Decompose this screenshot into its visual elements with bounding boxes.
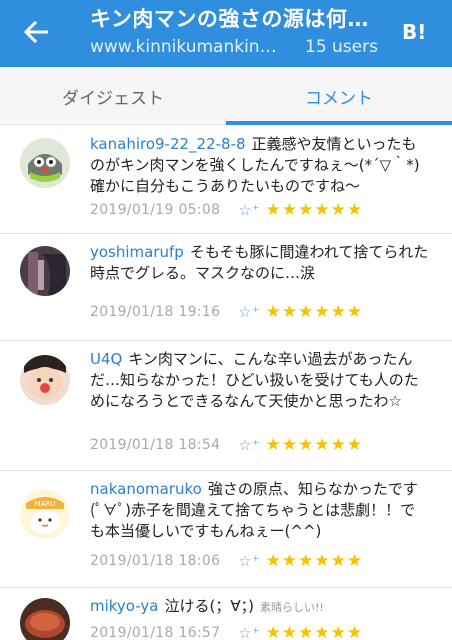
avatar[interactable] [20, 355, 70, 405]
list-item: U4Q キン肉マンに、こんな辛い過去があったんだ…知らなかった！ひどい扱いを受けて… [0, 341, 452, 471]
comment-extra: 素晴らしい!! [259, 601, 324, 614]
avatar[interactable] [20, 598, 70, 640]
avatar[interactable]: MARU [20, 489, 70, 539]
add-star-icon[interactable]: ☆⁺ [238, 201, 259, 219]
comment-meta: 2019/01/18 16:57 ☆⁺ ★★★★★★ [90, 622, 363, 640]
star-rating: ★★★★★★ [265, 302, 364, 322]
comment-meta: 2019/01/19 05:08 ☆⁺ ★★★★★★ [90, 199, 363, 221]
add-star-icon[interactable]: ☆⁺ [238, 303, 259, 321]
back-button[interactable] [18, 16, 54, 48]
title-box: キン肉マンの強さの源は何… www.kinnikumankin… 15 user… [90, 4, 390, 60]
tab-bar: ダイジェスト コメント [0, 67, 452, 125]
tab-digest[interactable]: ダイジェスト [0, 67, 226, 125]
comment-meta: 2019/01/18 19:16 ☆⁺ ★★★★★★ [90, 301, 363, 323]
comment-username[interactable]: yoshimarufp [90, 243, 184, 261]
comment-username[interactable]: nakanomaruko [90, 480, 202, 498]
active-tab-indicator [226, 121, 452, 125]
list-item: mikyo-ya 泣ける(；∀；) 素晴らしい!! 2019/01/18 16:57… [0, 588, 452, 640]
comment-body: 泣ける(；∀；) [164, 597, 254, 615]
app-bar: キン肉マンの強さの源は何… www.kinnikumankin… 15 user… [0, 0, 452, 67]
subline: www.kinnikumankin… 15 users [90, 34, 390, 60]
comment-date: 2019/01/18 19:16 [90, 304, 221, 320]
hatena-bookmark-button[interactable]: B! [402, 20, 430, 44]
comment-date: 2019/01/19 05:08 [90, 202, 221, 218]
comment-username[interactable]: kanahiro9-22_22-8-8 [90, 135, 246, 153]
star-rating: ★★★★★★ [265, 551, 364, 571]
list-item: MARU nakanomaruko 強さの原点、知らなかったです(ﾟ∀ﾟ)赤子を間… [0, 471, 452, 588]
comment-text-block: U4Q キン肉マンに、こんな辛い過去があったんだ…知らなかった！ひどい扱いを受けて… [90, 349, 430, 412]
avatar[interactable] [20, 138, 70, 188]
comment-date: 2019/01/18 18:54 [90, 437, 221, 453]
comment-username[interactable]: mikyo-ya [90, 597, 158, 615]
avatar[interactable] [20, 246, 70, 296]
list-item: yoshimarufp そもそも豚に間違われて捨てられた時点でグレる。マスクなのに… [0, 234, 452, 341]
comment-list: kanahiro9-22_22-8-8 正義感や友情といったものがキン肉マンを強く… [0, 126, 452, 640]
svg-text:MARU: MARU [35, 500, 56, 508]
star-rating: ★★★★★★ [265, 623, 364, 640]
comment-text-block: nakanomaruko 強さの原点、知らなかったです(ﾟ∀ﾟ)赤子を間違えて捨て… [90, 479, 430, 542]
page-url: www.kinnikumankin… [90, 37, 275, 57]
star-rating: ★★★★★★ [265, 200, 364, 220]
page-title: キン肉マンの強さの源は何… [90, 7, 369, 31]
users-count: 15 users [305, 37, 378, 57]
list-item: kanahiro9-22_22-8-8 正義感や友情といったものがキン肉マンを強く… [0, 126, 452, 234]
arrow-left-icon [24, 21, 48, 43]
comment-text-block: mikyo-ya 泣ける(；∀；) 素晴らしい!! [90, 596, 430, 618]
comment-meta: 2019/01/18 18:06 ☆⁺ ★★★★★★ [90, 550, 363, 572]
comment-date: 2019/01/18 18:06 [90, 553, 221, 569]
comment-meta: 2019/01/18 18:54 ☆⁺ ★★★★★★ [90, 434, 363, 456]
add-star-icon[interactable]: ☆⁺ [238, 436, 259, 454]
comment-username[interactable]: U4Q [90, 350, 122, 368]
tab-comment[interactable]: コメント [226, 67, 452, 125]
comment-text-block: kanahiro9-22_22-8-8 正義感や友情といったものがキン肉マンを強く… [90, 134, 430, 197]
comment-body: キン肉マンに、こんな辛い過去があったんだ…知らなかった！ひどい扱いを受けても人の… [90, 350, 419, 410]
comment-text-block: yoshimarufp そもそも豚に間違われて捨てられた時点でグレる。マスクなのに… [90, 242, 430, 284]
add-star-icon[interactable]: ☆⁺ [238, 552, 259, 570]
star-rating: ★★★★★★ [265, 435, 364, 455]
comment-date: 2019/01/18 16:57 [90, 625, 221, 640]
add-star-icon[interactable]: ☆⁺ [238, 624, 259, 640]
